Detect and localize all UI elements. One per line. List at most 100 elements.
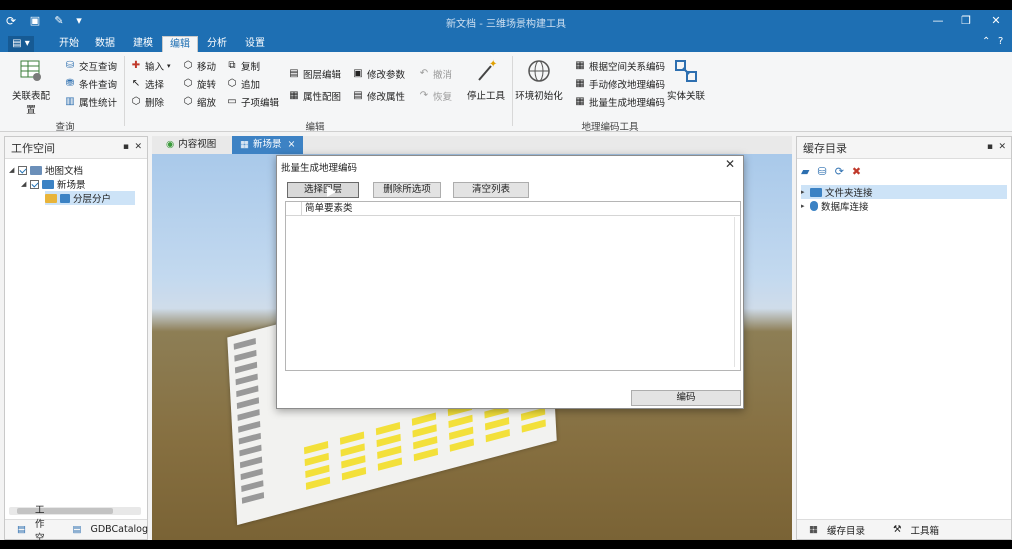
input-icon: ✚	[131, 60, 141, 71]
folder-connect-icon[interactable]: ▰	[801, 165, 809, 178]
building-window	[240, 468, 263, 481]
panel-close-icon[interactable]: ✕	[998, 142, 1006, 152]
feature-class-list[interactable]: 简单要素类	[285, 201, 741, 371]
expand-icon[interactable]: ▸	[801, 202, 810, 210]
help-icon[interactable]: ?	[998, 36, 1003, 47]
link-icon	[675, 60, 697, 82]
expand-icon[interactable]: ◢	[21, 180, 30, 188]
params-icon: ▣	[353, 68, 363, 79]
tab-cache-directory[interactable]: ▦ 缓存目录	[803, 523, 873, 537]
building-window-lit	[521, 419, 546, 433]
tab-close-icon[interactable]: ×	[288, 136, 296, 154]
entity-association-button[interactable]: 实体关联	[664, 58, 708, 102]
batch-generate-geocode-button[interactable]: ▦ 批量生成地理编码	[574, 94, 665, 110]
attribute-map-button[interactable]: ▦ 属性配图	[288, 88, 341, 104]
sub-edit-icon: ▭	[227, 96, 237, 107]
maximize-icon[interactable]: ❐	[956, 13, 976, 29]
dialog-close-icon[interactable]: ✕	[725, 157, 735, 171]
list-header: 简单要素类	[286, 202, 740, 216]
environment-init-button[interactable]: 环境初始化	[514, 58, 564, 102]
layer-edit-icon: ▤	[289, 68, 299, 79]
file-menu-button[interactable]: ▤ ▾	[8, 36, 34, 52]
building-window-lit	[341, 467, 367, 481]
ribbon-tab-bar: ▤ ▾ 开始 数据 建模 编辑 分析 设置 ⌃ ?	[0, 34, 1012, 52]
tab-workspace[interactable]: ▤工作空间	[11, 502, 53, 541]
clear-list-button[interactable]: 清空列表	[453, 182, 529, 198]
tab-analysis[interactable]: 分析	[202, 36, 232, 52]
encode-by-spatial-relation-button[interactable]: ▦ 根据空间关系编码	[574, 58, 665, 74]
undo-icon: ↶	[419, 68, 429, 79]
manual-modify-geocode-button[interactable]: ▦ 手动修改地理编码	[574, 76, 665, 92]
tree-item-layer-household[interactable]: 分层分户	[45, 191, 136, 205]
window-title: 新文档 - 三维场景构建工具	[446, 19, 566, 30]
expand-icon[interactable]: ◢	[9, 166, 18, 174]
panel-close-icon[interactable]: ✕	[134, 142, 142, 152]
tab-edit[interactable]: 编辑	[162, 36, 198, 52]
building-window	[234, 361, 258, 374]
list-vertical-scrollbar[interactable]	[734, 217, 740, 367]
database-connect-icon[interactable]: ⛁	[817, 165, 826, 178]
tab-new-scene[interactable]: ▦ 新场景 ×	[232, 136, 304, 154]
pin-icon[interactable]: ▪	[987, 142, 993, 152]
workspace-panel: 工作空间 ▪ ✕ ◢ 地图文档 ◢ 新场景 分层分户 ▤工作空间 ▤GDBCat…	[4, 136, 148, 540]
ribbon-collapse-icon[interactable]: ⌃	[982, 36, 990, 47]
pin-icon[interactable]: ▪	[123, 142, 129, 152]
scale-button[interactable]: ⬡ 缩放	[182, 94, 216, 110]
cache-panel-header: 缓存目录 ▪ ✕	[797, 137, 1011, 159]
tab-settings[interactable]: 设置	[240, 36, 270, 52]
manual-encode-icon: ▦	[575, 78, 585, 89]
tab-modeling[interactable]: 建模	[128, 36, 158, 52]
redo-button[interactable]: ↷ 恢复	[418, 88, 452, 104]
scale-icon: ⬡	[183, 96, 193, 107]
building-window	[238, 420, 261, 433]
input-button[interactable]: ✚ 输入 ▾	[130, 58, 171, 74]
workspace-icon: ▤	[17, 524, 26, 535]
tree-item-folder-connection[interactable]: ▸ 文件夹连接	[801, 185, 1007, 199]
building-window	[239, 444, 262, 457]
checkbox[interactable]	[30, 179, 39, 189]
condition-query-button[interactable]: ⛃ 条件查询	[64, 76, 117, 92]
building-window-lit	[485, 428, 510, 443]
minimize-icon[interactable]: —	[928, 13, 948, 29]
tab-start[interactable]: 开始	[54, 36, 84, 52]
undo-button[interactable]: ↶ 撤消	[418, 66, 452, 82]
stop-tool-button[interactable]: ✦ 停止工具	[464, 58, 508, 102]
modify-params-button[interactable]: ▣ 修改参数	[352, 66, 405, 82]
building-window	[238, 432, 261, 445]
delete-connection-icon[interactable]: ✖	[852, 165, 861, 178]
toolbox-icon: ⚒	[893, 524, 902, 535]
sub-item-edit-button[interactable]: ▭ 子项编辑	[226, 94, 279, 110]
checkbox[interactable]	[18, 165, 27, 175]
delete-button[interactable]: ⬡ 删除	[130, 94, 164, 110]
rotate-button[interactable]: ⬡ 旋转	[182, 76, 216, 92]
refresh-icon[interactable]: ⟳	[835, 165, 844, 178]
tree-item-map-document[interactable]: ◢ 地图文档	[9, 163, 83, 177]
table-config-icon	[20, 60, 41, 81]
tab-data[interactable]: 数据	[90, 36, 120, 52]
interactive-query-button[interactable]: ⛁ 交互查询	[64, 58, 117, 74]
batch-geocode-dialog: 批量生成地理编码 ✕ 选择图层 删除所选项 清空列表 简单要素类 编码	[276, 155, 744, 409]
layer-edit-button[interactable]: ▤ 图层编辑	[288, 66, 341, 82]
modify-attributes-button[interactable]: ▤ 修改属性	[352, 88, 405, 104]
svg-text:✦: ✦	[489, 59, 497, 70]
copy-icon: ⧉	[228, 60, 236, 71]
move-button[interactable]: ⬡ 移动	[182, 58, 216, 74]
building-window	[234, 349, 257, 362]
relation-table-config-button[interactable]: 关联表配置	[8, 58, 54, 116]
select-button[interactable]: ↖ 选择	[130, 76, 164, 92]
expand-icon[interactable]: ▸	[801, 188, 810, 196]
globe-icon	[528, 60, 550, 82]
relation-table-config-label: 关联表配置	[11, 91, 50, 116]
close-icon[interactable]: ✕	[986, 13, 1006, 29]
building-window	[233, 338, 256, 350]
tree-item-database-connection[interactable]: ▸ 数据库连接	[801, 199, 869, 213]
tree-item-new-scene[interactable]: ◢ 新场景	[21, 177, 86, 191]
tab-content-view[interactable]: ◉ 内容视图	[158, 136, 224, 154]
tab-toolbox[interactable]: ⚒ 工具箱	[887, 523, 947, 537]
encode-button[interactable]: 编码	[631, 390, 741, 406]
copy-button[interactable]: ⧉ 复制	[226, 58, 260, 74]
delete-selected-button[interactable]: 删除所选项	[373, 182, 441, 198]
append-button[interactable]: ⬡ 追加	[226, 76, 260, 92]
attribute-stats-button[interactable]: ▥ 属性统计	[64, 94, 117, 110]
tab-gdbcatalog[interactable]: ▤ GDBCatalog	[67, 524, 157, 535]
